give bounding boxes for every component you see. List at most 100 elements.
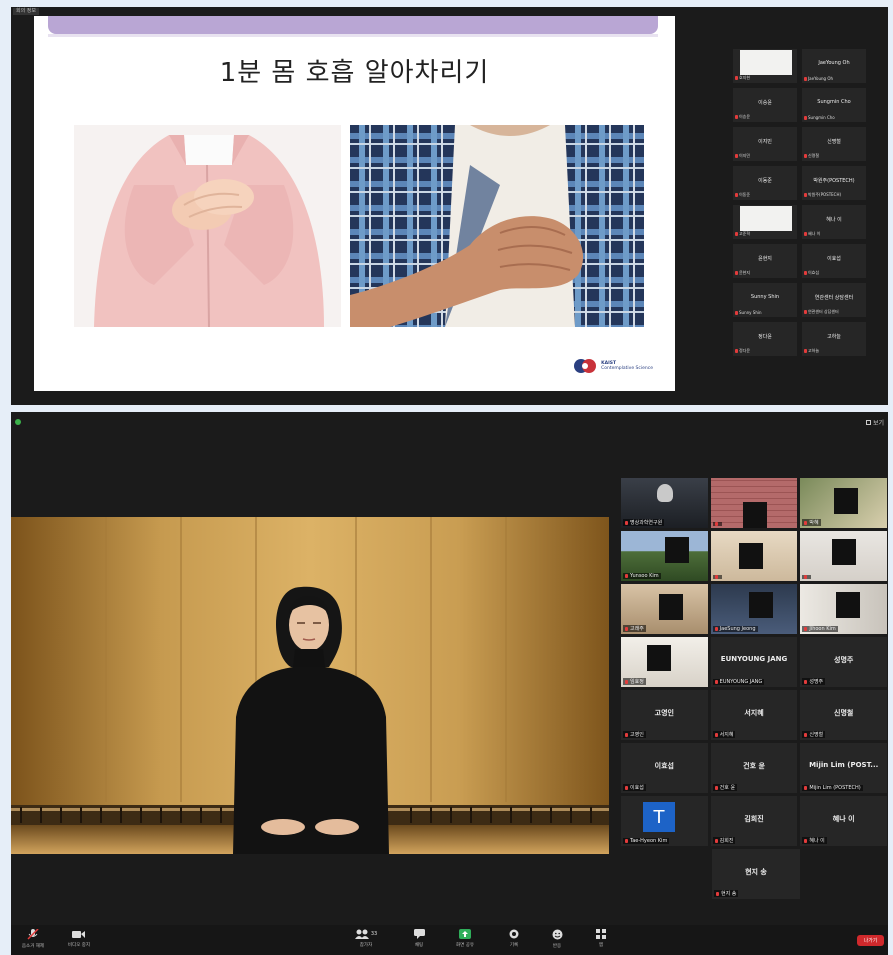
participant-tile[interactable]: Sunny Shin Sunny Shin xyxy=(733,283,797,317)
participant-label-text: 김희진 xyxy=(719,838,734,844)
share-screen-button[interactable]: 화면 공유 xyxy=(445,929,485,948)
participant-video xyxy=(740,206,792,231)
participant-label-text: 명상과학연구원 xyxy=(630,520,663,526)
participant-tile[interactable]: 이지민 이지민 xyxy=(733,127,797,161)
participant-tile[interactable]: 신명철 신명철 xyxy=(800,690,888,740)
leave-meeting-button[interactable]: 나가기 xyxy=(857,935,884,946)
participant-tile[interactable]: 고래주 xyxy=(621,584,708,634)
participant-label-text: 이효섭 xyxy=(808,270,820,275)
participant-tile[interactable]: 신명철 신명철 xyxy=(802,127,866,161)
active-speaker-tile[interactable]: 명상과학연구원 xyxy=(621,478,708,528)
participant-label: EUNYOUNG JANG xyxy=(712,679,765,685)
mic-muted-icon xyxy=(714,575,718,579)
slide-header-band xyxy=(48,16,658,37)
apps-grid-icon xyxy=(596,929,606,939)
participant-name: 김희진 xyxy=(744,815,764,823)
view-toggle-button[interactable]: 보기 xyxy=(865,418,884,427)
face-mosaic xyxy=(659,594,683,620)
participant-label: 혜나 이 xyxy=(802,837,827,844)
participant-tile[interactable] xyxy=(710,531,798,581)
participant-tile[interactable]: 혜나 이 혜나 이 xyxy=(800,796,888,846)
participant-tile[interactable]: 이효섭 이효섭 xyxy=(621,743,708,793)
participant-tile[interactable] xyxy=(800,531,888,581)
participant-label-text: 성명주 xyxy=(809,679,824,685)
face-mosaic xyxy=(832,539,857,565)
participant-label-text: EUNYOUNG JANG xyxy=(719,679,763,685)
security-shield-icon[interactable] xyxy=(15,419,21,425)
participant-tile[interactable]: Yunsoo Kim xyxy=(621,531,708,581)
participant-tile[interactable]: 박원주(POSTECH) 박원주(POSTECH) xyxy=(802,166,866,200)
gallery-row: 명상과학연구원 박혜 xyxy=(621,478,888,528)
chat-button[interactable]: 채팅 xyxy=(399,929,439,948)
participants-count: 33 xyxy=(370,931,378,937)
participant-tile[interactable]: 혜나 이 혜나 이 xyxy=(802,205,866,239)
zoom-window-speaker-view: 보기 명상과학연구원 박혜 Yunsoo Kim 고래주 JaeSung Jeo… xyxy=(11,412,888,955)
participant-tile[interactable]: Jihoon Kim xyxy=(800,584,888,634)
participant-label-text: 정다윤 xyxy=(739,348,751,353)
reactions-button[interactable]: 반응 xyxy=(537,929,577,949)
mic-muted-icon xyxy=(804,732,808,737)
meeting-info-tag[interactable]: 회의 정보 xyxy=(13,8,39,15)
participant-tile[interactable]: 고영인 고영인 xyxy=(621,690,708,740)
mic-muted-icon xyxy=(735,154,738,158)
share-screen-icon xyxy=(459,929,471,939)
participant-tile[interactable] xyxy=(710,478,798,528)
participant-name: 신명철 xyxy=(834,709,854,717)
participant-tile[interactable]: T Tae-Hyeon Kim xyxy=(621,796,708,846)
institute-logo: KAIST Contemplative Science xyxy=(573,357,653,375)
participant-label: Sungmin Cho xyxy=(804,115,835,120)
participant-name: 서지혜 xyxy=(744,709,764,717)
participant-tile[interactable]: EUNYOUNG JANG EUNYOUNG JANG xyxy=(710,637,798,687)
participant-tile[interactable]: 연관센터 상담센터 연관센터 상담센터 xyxy=(802,283,866,317)
participant-name: 고하늘 xyxy=(827,334,841,340)
apps-button[interactable]: 앱 xyxy=(581,929,621,948)
participant-tile[interactable]: 고하늘 고하늘 xyxy=(802,322,866,356)
participant-name: 건호 윤 xyxy=(743,762,765,770)
chat-bubble-icon xyxy=(413,929,425,939)
participant-tile[interactable]: 성명주 성명주 xyxy=(800,637,888,687)
mic-muted-icon xyxy=(714,785,718,790)
participants-icon xyxy=(354,929,369,939)
mic-muted-icon xyxy=(714,680,718,684)
participant-label-text: 혜나 이 xyxy=(808,231,821,236)
participant-tile[interactable]: 김희진 김희진 xyxy=(710,796,798,846)
participant-label: 호지현 xyxy=(735,75,750,81)
participant-name: 이동준 xyxy=(758,178,772,184)
participant-label-text: Jihoon Kim xyxy=(809,626,836,632)
stop-video-button[interactable]: 비디오 중지 xyxy=(59,929,99,948)
participant-tile[interactable]: 정다윤 정다윤 xyxy=(733,322,797,356)
participant-name: Sunny Shin xyxy=(750,294,780,300)
participant-tile[interactable]: 건호 윤 건호 윤 xyxy=(710,743,798,793)
participant-tile[interactable]: 윤현지 윤현지 xyxy=(733,244,797,278)
participant-name: 이효섭 xyxy=(827,256,841,262)
active-speaker-video xyxy=(11,517,609,854)
participant-label-text: Tae-Hyeon Kim xyxy=(630,838,668,844)
participant-tile[interactable]: Sungmin Cho Sungmin Cho xyxy=(802,88,866,122)
participant-tile[interactable]: 이효섭 이효섭 xyxy=(802,244,866,278)
unmute-button[interactable]: 음소거 해제 xyxy=(13,929,53,949)
mic-muted-icon xyxy=(804,838,808,843)
participant-tile[interactable]: JaeSung Jeong xyxy=(710,584,798,634)
participant-tile[interactable]: JaeYoung Oh JaeYoung Oh xyxy=(802,49,866,83)
participant-row: 이승윤 이승윤 Sungmin Cho Sungmin Cho xyxy=(733,88,866,122)
participant-label-text: 연관센터 상담센터 xyxy=(808,309,839,314)
participant-tile[interactable]: 서지혜 서지혜 xyxy=(710,690,798,740)
participant-label-text: 박원주(POSTECH) xyxy=(808,192,842,197)
participant-tile[interactable]: 현지 송 현지 송 xyxy=(712,849,800,899)
participant-tile[interactable]: Mijin Lim (POST... Mijin Lim (POSTECH) xyxy=(800,743,888,793)
participant-tile[interactable]: 호지현 xyxy=(733,49,797,83)
mic-muted-icon xyxy=(804,520,808,525)
participants-button[interactable]: 33 참가자 xyxy=(346,929,386,948)
participant-label: 혜나 이 xyxy=(804,231,820,237)
record-button[interactable]: 기록 xyxy=(494,929,534,948)
slide-title: 1분 몸 호흡 알아차리기 xyxy=(219,58,490,88)
participant-tile[interactable]: 박혜 xyxy=(800,478,888,528)
participant-tile[interactable]: 임효정 xyxy=(621,637,708,687)
participant-label-text: 이승윤 xyxy=(739,114,751,119)
participant-label xyxy=(712,575,722,579)
mic-muted-icon xyxy=(714,838,718,843)
participant-tile[interactable]: 이승윤 이승윤 xyxy=(733,88,797,122)
participant-tile[interactable]: 고준혁 xyxy=(733,205,797,239)
participant-tile[interactable]: 이동준 이동준 xyxy=(733,166,797,200)
participant-label: JaeSung Jeong xyxy=(712,626,758,632)
